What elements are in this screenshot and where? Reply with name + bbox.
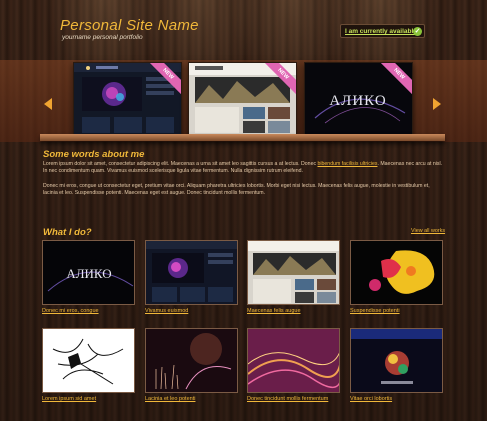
view-all-works-link[interactable]: View all works	[411, 228, 445, 234]
slider-next-arrow-icon[interactable]	[433, 98, 441, 110]
availability-badge[interactable]: I am currently available ✓	[340, 24, 425, 38]
paint-splash-artwork	[351, 241, 442, 304]
dark-website-screenshot	[146, 241, 237, 304]
site-tagline: yourname personal portfolio	[62, 34, 143, 41]
creative-by-nature-screenshot	[248, 241, 339, 304]
slider-item-dark-website[interactable]: NEW	[73, 62, 182, 137]
glowing-lines-artwork	[146, 329, 237, 392]
work-thumb-4[interactable]	[350, 240, 443, 305]
work-thumb-1[interactable]: АЛИКО	[42, 240, 135, 305]
about-link[interactable]: bibendum facilisis ultricies	[318, 161, 378, 167]
availability-label[interactable]: I am currently available	[345, 28, 417, 35]
check-icon: ✓	[413, 27, 422, 36]
work-thumb-8[interactable]	[350, 328, 443, 393]
slider-prev-arrow-icon[interactable]	[44, 98, 52, 110]
aliko-artwork: АЛИКО	[43, 241, 134, 304]
work-caption-8[interactable]: Vitae orci lobortis	[350, 396, 392, 402]
colorful-figure-artwork	[351, 329, 442, 392]
work-thumb-2[interactable]	[145, 240, 238, 305]
wooden-shelf	[40, 134, 445, 141]
work-thumb-6[interactable]	[145, 328, 238, 393]
work-caption-3[interactable]: Maecenas felis augue	[247, 308, 301, 314]
work-caption-5[interactable]: Lorem ipsum sid amet	[42, 396, 96, 402]
abstract-waves-artwork	[248, 329, 339, 392]
work-caption-6[interactable]: Lacinia et leo potenti	[145, 396, 195, 402]
site-title[interactable]: Personal Site Name	[60, 18, 199, 34]
work-thumb-1-title: АЛИКО	[66, 266, 111, 281]
about-paragraph-2: Donec mi eros, congue ut consectetur ege…	[43, 183, 430, 197]
slider-item-aliko[interactable]: АЛИКО NEW	[304, 62, 413, 137]
work-thumb-5[interactable]	[42, 328, 135, 393]
site-header: Personal Site Name yourname personal por…	[60, 18, 199, 42]
ink-sketch-artwork	[43, 329, 134, 392]
about-title: Some words about me	[43, 149, 145, 160]
slider-item-creative-site[interactable]: NEW	[188, 62, 297, 137]
work-thumb-7[interactable]	[247, 328, 340, 393]
work-caption-7[interactable]: Donec tincidunt mollis fermentum	[247, 396, 328, 402]
about-paragraph-1: Lorem ipsum dolor sit amet, consectetur …	[43, 161, 445, 175]
work-thumb-3[interactable]	[247, 240, 340, 305]
about-text-1a: Lorem ipsum dolor sit amet, consectetur …	[43, 161, 318, 167]
work-title: What I do?	[43, 227, 92, 238]
work-caption-1[interactable]: Donec mi eros, congue	[42, 308, 99, 314]
work-caption-4[interactable]: Suspendisse potenti	[350, 308, 400, 314]
aliko-title: АЛИКО	[329, 93, 386, 109]
work-caption-2[interactable]: Vivamus euismod	[145, 308, 188, 314]
